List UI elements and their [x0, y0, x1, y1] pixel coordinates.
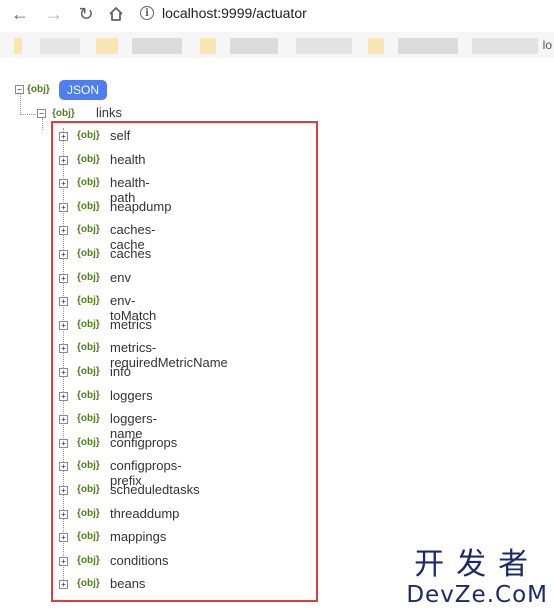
bookmark-item[interactable] — [230, 38, 278, 54]
tree-connector — [20, 94, 21, 115]
bookmark-item[interactable] — [200, 38, 216, 54]
object-type-tag: {obj} — [52, 108, 75, 119]
bookmark-item[interactable] — [296, 38, 352, 54]
bookmarks-bar: lo — [0, 32, 554, 58]
links-key[interactable]: links — [96, 105, 122, 120]
bookmark-item[interactable] — [14, 38, 22, 54]
address-bar[interactable]: i localhost:9999/actuator — [140, 1, 307, 25]
bookmark-item[interactable] — [96, 38, 118, 54]
bookmark-item[interactable] — [40, 38, 80, 54]
watermark: 开发者 DevZe.CoM — [406, 547, 548, 609]
back-arrow-icon[interactable]: ← — [10, 4, 30, 24]
collapse-toggle-icon[interactable]: − — [37, 109, 46, 118]
collapse-toggle-icon[interactable]: − — [15, 85, 24, 94]
bookmark-item[interactable] — [398, 38, 458, 54]
watermark-latin: DevZe.CoM — [406, 582, 548, 608]
bookmark-item[interactable] — [368, 38, 384, 54]
tree-connector — [20, 114, 36, 115]
bookmark-item[interactable] — [472, 38, 538, 54]
watermark-chinese: 开发者 — [414, 547, 541, 582]
browser-toolbar: ← → ↻ i localhost:9999/actuator — [0, 0, 554, 28]
home-icon[interactable] — [106, 4, 126, 24]
site-info-icon[interactable]: i — [140, 6, 154, 20]
json-root-badge[interactable]: JSON — [59, 80, 107, 100]
bookmark-item[interactable] — [132, 38, 182, 54]
url-text: localhost:9999/actuator — [162, 5, 307, 21]
forward-arrow-icon[interactable]: → — [44, 4, 64, 24]
highlight-box — [51, 121, 318, 602]
reload-icon[interactable]: ↻ — [76, 4, 96, 24]
object-type-tag: {obj} — [27, 84, 50, 95]
bookmark-trailing-text: lo — [542, 38, 552, 52]
tree-connector — [42, 118, 43, 130]
